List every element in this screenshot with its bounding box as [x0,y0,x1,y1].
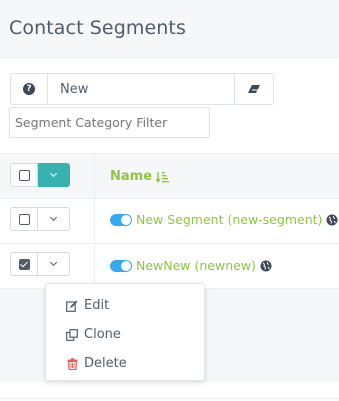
checkbox-icon [18,213,30,225]
clone-icon [66,328,78,341]
row-checkbox[interactable] [10,207,38,231]
sort-ascending-icon [156,171,170,183]
trash-icon [66,357,78,370]
footer-divider [0,398,339,399]
segment-link[interactable]: NewNew (newnew) [136,258,256,273]
menu-item-edit[interactable]: Edit [46,291,204,320]
column-header-name[interactable]: Name [110,169,170,184]
globe-icon [260,260,272,271]
edit-icon [66,300,78,312]
search-help-button[interactable]: ? [10,73,48,105]
row-divider [0,243,339,244]
page-title: Contact Segments [9,17,186,39]
chevron-down-icon [49,169,58,178]
row-select-group [10,207,70,231]
checkbox-icon [18,169,30,181]
row-actions-menu: Edit Clone Delete [45,283,205,381]
select-all-group [10,163,70,187]
chevron-down-icon [49,258,58,267]
segment-category-filter[interactable] [9,107,210,138]
globe-icon [326,214,338,225]
published-toggle[interactable] [110,213,132,226]
search-bar: ? [10,73,274,105]
menu-item-delete[interactable]: Delete [46,349,204,378]
table-row: New Segment (new-segment) [110,212,338,227]
page-header: Contact Segments [0,0,339,58]
select-all-checkbox[interactable] [10,163,38,187]
clear-search-button[interactable] [234,73,274,105]
row-actions-dropdown[interactable] [38,207,70,231]
question-icon: ? [23,83,35,95]
menu-item-label: Delete [84,356,127,371]
checkbox-checked-icon [18,258,30,270]
published-toggle[interactable] [110,259,132,272]
row-select-group [10,252,70,276]
menu-item-clone[interactable]: Clone [46,320,204,349]
eraser-icon [248,85,260,93]
column-header-label: Name [110,169,153,184]
chevron-down-icon [49,213,58,222]
row-actions-dropdown[interactable] [38,252,70,276]
search-input[interactable] [48,73,234,105]
row-checkbox[interactable] [10,252,38,276]
segment-link[interactable]: New Segment (new-segment) [136,212,322,227]
menu-item-label: Edit [84,298,110,313]
bulk-actions-dropdown[interactable] [38,163,70,187]
menu-item-label: Clone [84,327,121,342]
column-divider [94,153,95,289]
table-row: NewNew (newnew) [110,258,272,273]
